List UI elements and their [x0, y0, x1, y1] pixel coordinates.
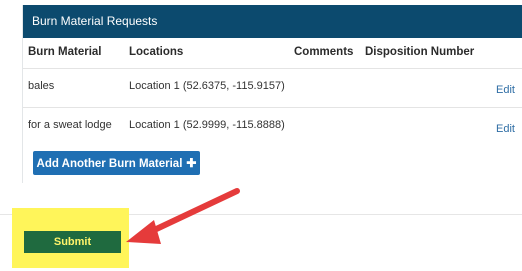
red-arrow-annotation: [126, 188, 240, 244]
